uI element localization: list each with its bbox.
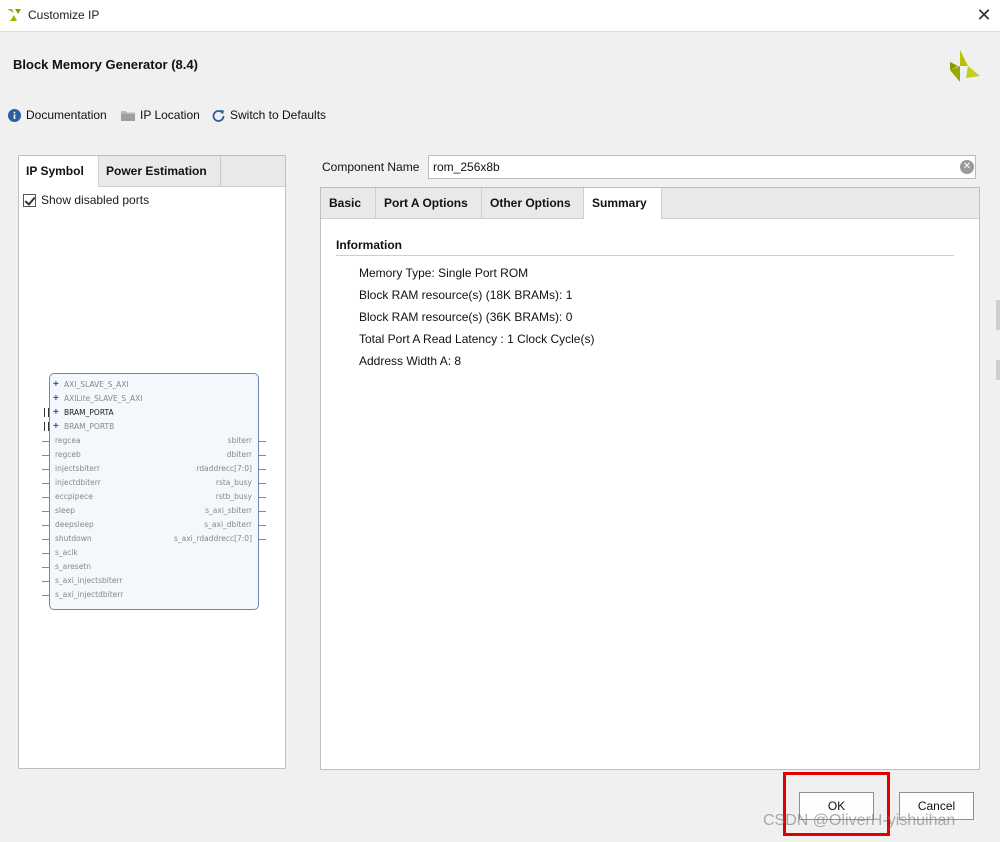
xilinx-brand-icon <box>950 50 980 82</box>
switch-defaults-label: Switch to Defaults <box>230 108 327 122</box>
left-port-label: s_axi_injectdbiterr <box>55 590 124 599</box>
refresh-icon <box>212 109 225 122</box>
ip-symbol-panel: IP Symbol Power Estimation Show disabled… <box>18 155 286 769</box>
bus-expand-icon[interactable]: + <box>53 394 59 404</box>
information-section: Information <box>336 238 954 256</box>
tab-port-a-options[interactable]: Port A Options <box>376 188 482 218</box>
clear-icon[interactable]: ✕ <box>960 160 974 174</box>
bus-port-label: AXI_SLAVE_S_AXI <box>64 380 129 389</box>
left-port-label: s_aresetn <box>55 562 92 571</box>
port-pin <box>42 483 49 484</box>
ip-location-button[interactable]: IP Location <box>121 104 200 126</box>
ip-title: Block Memory Generator (8.4) <box>13 57 198 72</box>
show-disabled-ports-checkbox[interactable] <box>23 193 36 207</box>
port-pin <box>259 469 266 470</box>
info-icon <box>8 108 21 122</box>
tab-power-estimation[interactable]: Power Estimation <box>99 156 221 186</box>
left-port-label: regceb <box>55 450 81 459</box>
right-port-label: s_axi_rdaddrecc[7:0] <box>173 534 252 543</box>
bus-port-label: BRAM_PORTB <box>64 422 115 431</box>
port-pin <box>42 567 49 568</box>
window-title: Customize IP <box>28 8 100 22</box>
bus-expand-icon[interactable]: + <box>53 422 59 432</box>
ip-symbol-block: + AXI_SLAVE_S_AXI + AXILite_SLAVE_S_AXI + BRA… <box>42 373 266 610</box>
component-name-label: Component Name <box>322 160 420 174</box>
port-pin <box>259 525 266 526</box>
close-icon[interactable]: ✕ <box>972 4 996 26</box>
tab-ip-symbol[interactable]: IP Symbol <box>19 156 99 187</box>
bus-port-label: AXILite_SLAVE_S_AXI <box>64 394 143 403</box>
port-pin <box>42 511 49 512</box>
port-pin <box>42 525 49 526</box>
watermark: CSDN @OliverH-yishuihan <box>763 812 956 829</box>
right-edge-scroll <box>996 300 1000 330</box>
info-memory-type: Memory Type: Single Port ROM <box>359 266 529 280</box>
ip-location-label: IP Location <box>140 108 200 122</box>
right-port-label: rdaddrecc[7:0] <box>196 464 252 473</box>
port-pin <box>42 553 49 554</box>
switch-to-defaults-button[interactable]: Switch to Defaults <box>212 104 326 126</box>
left-port-label: shutdown <box>55 534 92 543</box>
left-port-label: regcea <box>55 436 81 445</box>
port-pin <box>259 511 266 512</box>
documentation-link[interactable]: Documentation <box>8 104 107 126</box>
right-edge-scroll-2 <box>996 360 1000 380</box>
port-pin <box>259 483 266 484</box>
right-port-label: dbiterr <box>226 450 252 459</box>
information-heading: Information <box>336 238 954 256</box>
port-pin <box>259 441 266 442</box>
config-tab-bar: Basic Port A Options Other Options Summa… <box>321 188 979 219</box>
left-tab-bar: IP Symbol Power Estimation <box>19 156 285 187</box>
info-bram-36k: Block RAM resource(s) (36K BRAMs): 0 <box>359 310 573 324</box>
documentation-label: Documentation <box>26 108 107 122</box>
config-tabs-panel: Basic Port A Options Other Options Summa… <box>320 187 980 770</box>
port-pin <box>42 539 49 540</box>
right-port-label: s_axi_sbiterr <box>205 506 252 515</box>
dialog-header: Block Memory Generator (8.4) <box>0 32 1000 98</box>
right-port-label: s_axi_dbiterr <box>204 520 252 529</box>
port-pin <box>42 441 49 442</box>
port-pin <box>42 581 49 582</box>
left-port-label: injectsbiterr <box>55 464 100 473</box>
left-port-label: deepsleep <box>55 520 94 529</box>
port-pin <box>42 497 49 498</box>
port-pin <box>42 469 49 470</box>
right-port-label: sbiterr <box>227 436 252 445</box>
bus-port-label: BRAM_PORTA <box>64 408 114 417</box>
port-pin <box>259 455 266 456</box>
show-disabled-ports-row[interactable]: Show disabled ports <box>23 193 149 207</box>
bus-expand-icon[interactable]: + <box>53 380 59 390</box>
left-port-label: s_axi_injectsbiterr <box>55 576 123 585</box>
toolbar: Documentation IP Location Switch to Defa… <box>0 104 600 128</box>
show-disabled-ports-label: Show disabled ports <box>41 193 150 207</box>
tab-summary[interactable]: Summary <box>584 188 662 219</box>
left-port-label: eccpipece <box>55 492 93 501</box>
bus-connector <box>44 422 49 431</box>
bus-expand-icon[interactable]: + <box>53 408 59 418</box>
xilinx-logo-icon <box>7 9 21 21</box>
port-pin <box>42 595 49 596</box>
bus-connector <box>44 408 49 417</box>
right-port-label: rstb_busy <box>215 492 252 501</box>
info-bram-18k: Block RAM resource(s) (18K BRAMs): 1 <box>359 288 573 302</box>
left-port-label: s_aclk <box>55 548 78 557</box>
left-port-label: sleep <box>55 506 75 515</box>
port-pin <box>42 455 49 456</box>
right-port-label: rsta_busy <box>215 478 252 487</box>
tab-other-options[interactable]: Other Options <box>482 188 584 218</box>
port-pin <box>259 539 266 540</box>
info-read-latency: Total Port A Read Latency : 1 Clock Cycl… <box>359 332 595 346</box>
configuration-area: Component Name ✕ Basic Port A Options Ot… <box>320 152 980 772</box>
component-name-input[interactable] <box>428 155 976 179</box>
left-port-label: injectdbiterr <box>55 478 101 487</box>
folder-icon <box>121 111 135 121</box>
title-bar: Customize IP ✕ <box>0 0 1000 32</box>
port-pin <box>259 497 266 498</box>
tab-basic[interactable]: Basic <box>321 188 376 218</box>
info-address-width: Address Width A: 8 <box>359 354 462 368</box>
